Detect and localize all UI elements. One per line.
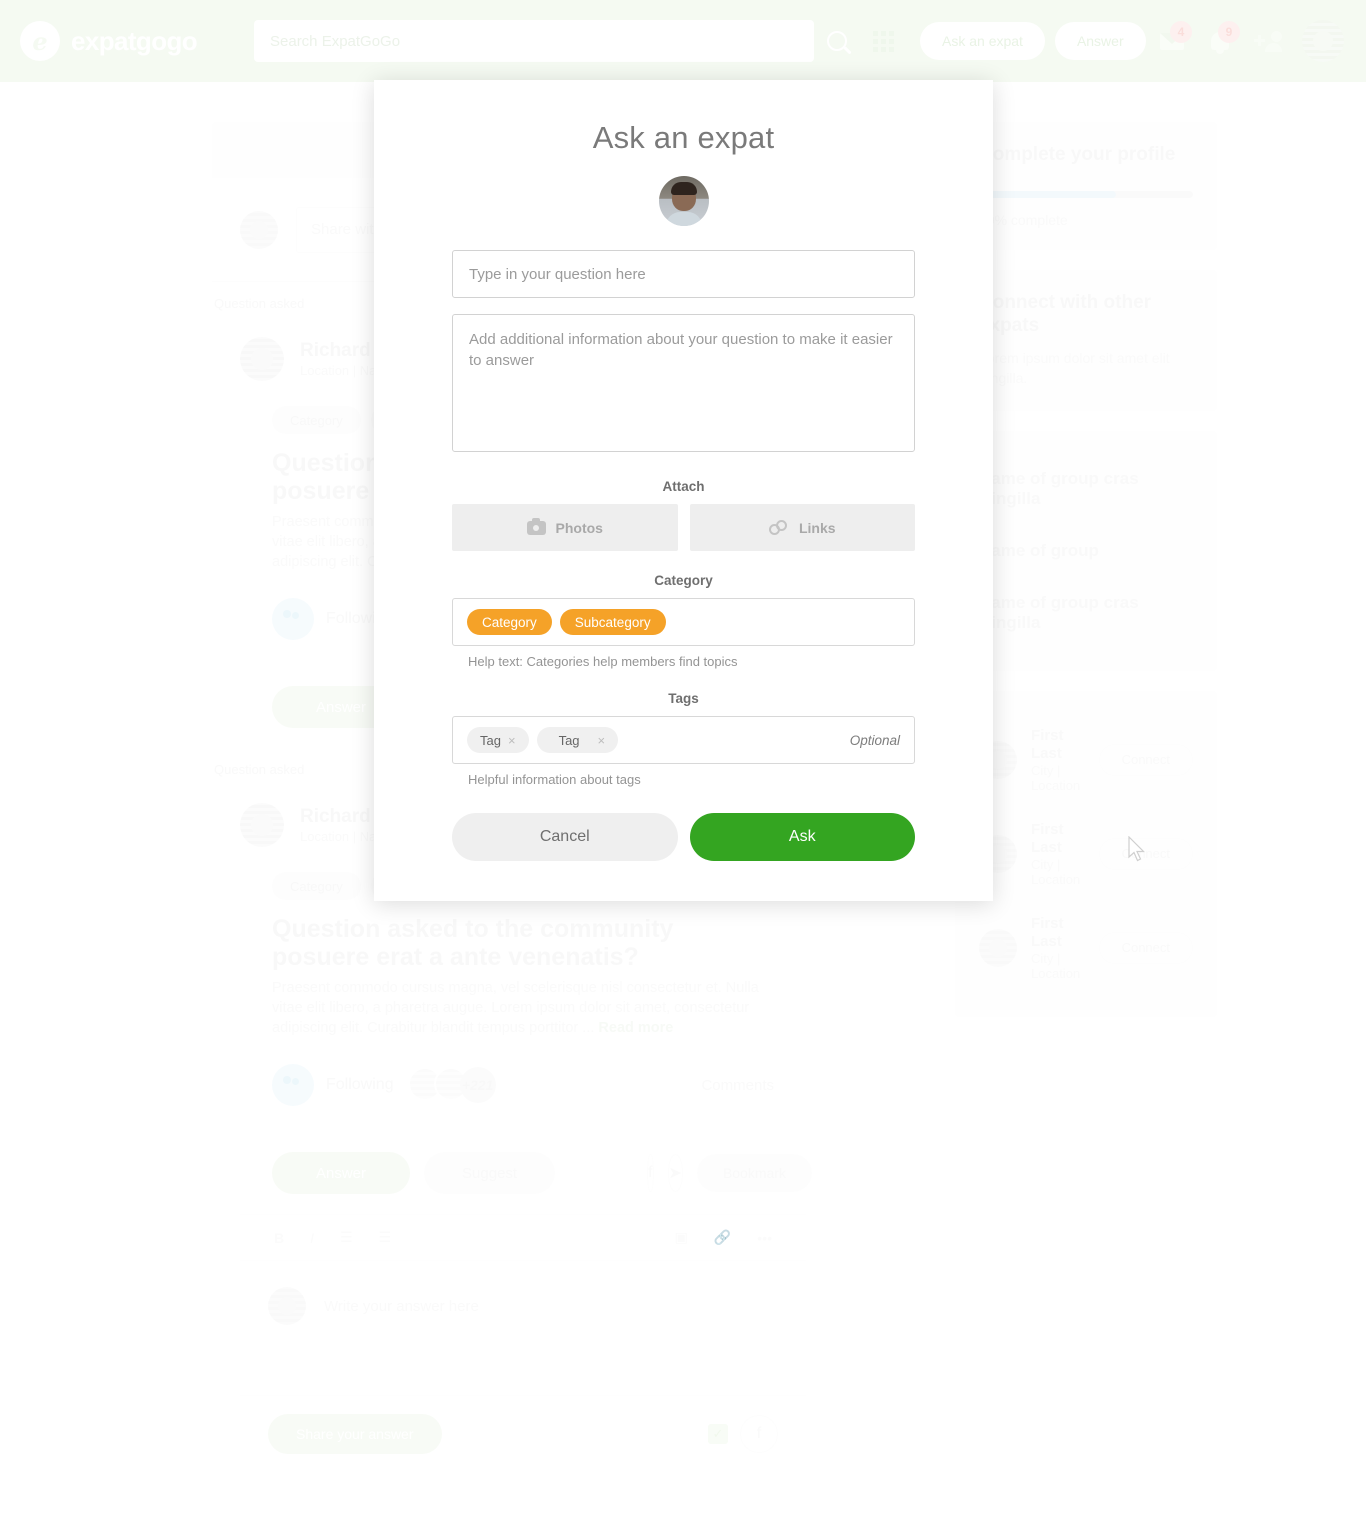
category-label: Category xyxy=(654,573,713,588)
app-root: e expatgogo Ask an expat Answer 4 9 xyxy=(0,0,1366,1536)
remove-tag-icon[interactable]: × xyxy=(598,733,606,748)
attach-links-label: Links xyxy=(798,519,836,536)
tag-chip[interactable]: Tag × xyxy=(467,727,529,753)
category-field[interactable]: Category Subcategory xyxy=(452,598,915,646)
tag-chip[interactable]: Tag × xyxy=(536,727,619,753)
attach-photos-label: Photos xyxy=(555,519,603,536)
tags-label: Tags xyxy=(668,691,699,706)
ask-button[interactable]: Ask xyxy=(689,813,915,861)
tags-help-text: Helpful information about tags xyxy=(468,772,641,787)
question-title-input[interactable] xyxy=(452,250,915,298)
subcategory-chip[interactable]: Subcategory xyxy=(559,609,666,635)
camera-icon xyxy=(526,517,546,535)
attach-photos-button[interactable]: Photos xyxy=(452,504,678,551)
category-chip[interactable]: Category xyxy=(467,609,552,635)
attach-row: Photos Links xyxy=(452,504,915,551)
remove-tag-icon[interactable]: × xyxy=(508,733,516,748)
question-detail-input[interactable] xyxy=(452,314,915,452)
ask-an-expat-modal: Ask an expat Attach Photos Links Categor… xyxy=(374,80,993,901)
cancel-button[interactable]: Cancel xyxy=(452,813,678,861)
attach-links-button[interactable]: Links xyxy=(689,504,915,551)
modal-button-row: Cancel Ask xyxy=(452,813,915,861)
tag-label: Tag xyxy=(558,732,580,748)
tag-label: Tag xyxy=(480,732,501,748)
modal-avatar-wrap xyxy=(452,176,915,226)
modal-title: Ask an expat xyxy=(592,120,775,155)
link-chain-icon xyxy=(768,519,789,535)
tags-field[interactable]: Tag × Tag × Optional xyxy=(452,716,915,764)
tags-optional-label: Optional xyxy=(849,732,900,748)
avatar xyxy=(658,176,709,226)
attach-label: Attach xyxy=(662,479,705,494)
category-help-text: Help text: Categories help members find … xyxy=(468,654,738,669)
